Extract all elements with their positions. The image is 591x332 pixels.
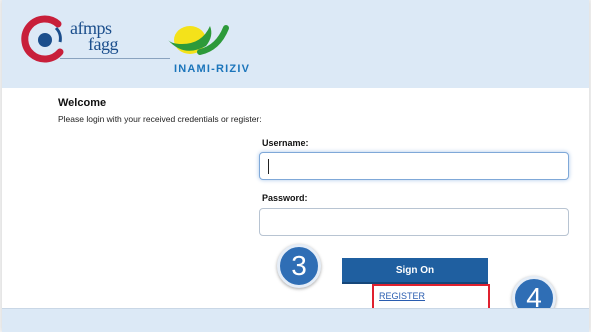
afmps-fagg-logo: afmps fagg [20, 14, 170, 74]
page-header: afmps fagg INAMI-RIZIV [2, 0, 589, 89]
fagg-wordmark: fagg [88, 34, 118, 54]
password-label: Password: [262, 193, 308, 203]
page-footer [2, 308, 589, 332]
login-window: afmps fagg INAMI-RIZIV Welcome Please lo… [2, 0, 589, 332]
page-title: Welcome [58, 97, 107, 109]
password-field[interactable] [259, 208, 569, 236]
username-label: Username: [262, 138, 309, 148]
step-3-badge: 3 [277, 244, 321, 288]
login-instructions: Please login with your received credenti… [58, 114, 262, 124]
inami-wordmark: INAMI-RIZIV [174, 63, 251, 75]
register-link[interactable]: REGISTER [379, 291, 425, 301]
username-field[interactable] [259, 152, 569, 180]
inami-emblem-icon [168, 25, 229, 55]
afmps-swirl-icon [21, 15, 64, 63]
sign-on-button[interactable]: Sign On [342, 258, 488, 284]
text-caret [268, 159, 269, 174]
inami-riziv-logo: INAMI-RIZIV [152, 10, 262, 80]
login-form: Welcome Please login with your received … [2, 88, 589, 320]
